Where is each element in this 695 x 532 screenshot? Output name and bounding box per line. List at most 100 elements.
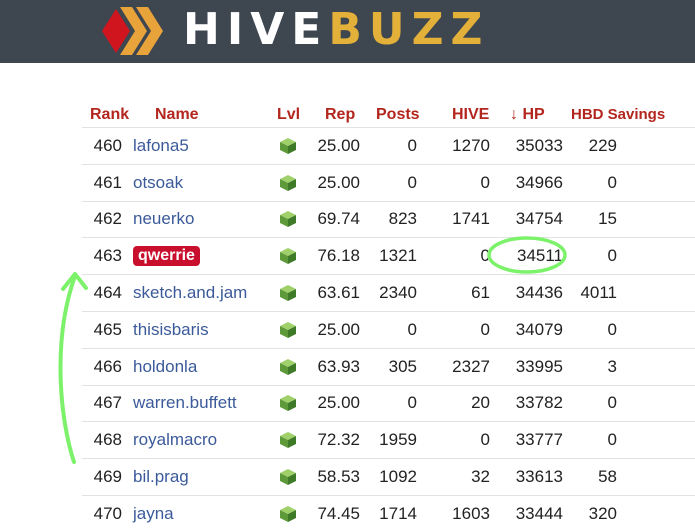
cell-hp: 34966: [515, 172, 563, 192]
column-header-rank[interactable]: Rank: [90, 105, 129, 125]
level-icon: [279, 165, 299, 201]
column-header-lvl[interactable]: Lvl: [277, 105, 300, 125]
level-icon: [279, 312, 299, 348]
column-header-name[interactable]: Name: [155, 105, 199, 125]
cell-hp: 34754: [515, 209, 563, 229]
cell-name: otsoak: [133, 165, 273, 201]
table-row[interactable]: 462 neuerko 69.74 823 1741 34754 15: [82, 200, 695, 238]
cell-hbd: 0: [607, 430, 617, 450]
cell-rep: 74.45: [317, 503, 360, 523]
cell-name: bil.prag: [133, 459, 273, 495]
cell-hp: 33995: [515, 356, 563, 376]
cell-rank: 469: [93, 467, 122, 487]
cell-hbd: 3: [607, 356, 617, 376]
cell-rep: 25.00: [317, 135, 360, 155]
cell-hbd: 58: [598, 467, 617, 487]
cell-posts: 1714: [379, 503, 417, 523]
user-name-link[interactable]: jayna: [133, 504, 174, 524]
hive-logo-icon[interactable]: [100, 3, 170, 59]
cell-rep: 25.00: [317, 319, 360, 339]
cell-posts: 0: [407, 135, 417, 155]
cell-name: sketch.and.jam: [133, 275, 273, 311]
cell-hive: 20: [471, 393, 490, 413]
cell-hbd: 320: [588, 503, 617, 523]
cell-hp: 34511: [516, 246, 563, 266]
user-name-link[interactable]: lafona5: [133, 136, 189, 156]
table-row[interactable]: 466 holdonla 63.93 305 2327 33995 3: [82, 347, 695, 385]
cell-hp: 33777: [515, 430, 563, 450]
cell-posts: 823: [388, 209, 417, 229]
column-header-rep[interactable]: Rep: [325, 105, 355, 125]
cell-hp: 34079: [515, 319, 563, 339]
cell-name: holdonla: [133, 349, 273, 385]
cell-hive: 1603: [452, 503, 490, 523]
table-row[interactable]: 465 thisisbaris 25.00 0 0 34079 0: [82, 311, 695, 348]
level-icon: [279, 128, 299, 164]
cell-rank: 460: [93, 135, 122, 155]
cell-rank: 463: [93, 246, 122, 266]
level-icon: [279, 386, 299, 422]
cell-posts: 1959: [379, 430, 417, 450]
cell-rep: 25.00: [317, 393, 360, 413]
brand-part-1: HIVE: [183, 4, 329, 55]
column-header-hp[interactable]: ↓ HP: [510, 105, 545, 125]
cell-hive: 1270: [452, 135, 490, 155]
user-name-link[interactable]: holdonla: [133, 357, 197, 377]
cell-hive: 0: [480, 172, 490, 192]
cell-hp: 35033: [515, 135, 563, 155]
table-row[interactable]: 461 otsoak 25.00 0 0 34966 0: [82, 163, 695, 201]
level-icon: [279, 349, 299, 385]
level-icon: [279, 202, 299, 238]
cell-hp: 34436: [515, 283, 563, 303]
cell-rank: 468: [93, 430, 122, 450]
table-row[interactable]: 463 qwerrie 76.18 1321 0 34511 0: [82, 237, 695, 274]
cell-hp: 33444: [515, 503, 563, 523]
cell-hbd: 4011: [580, 283, 617, 303]
cell-posts: 1321: [379, 246, 417, 266]
cell-rep: 76.18: [317, 246, 360, 266]
brand-part-2: BUZZ: [328, 4, 490, 55]
cell-name: thisisbaris: [133, 312, 273, 348]
sort-descending-icon: ↓: [510, 106, 518, 123]
cell-rank: 461: [93, 172, 122, 192]
level-icon: [279, 422, 299, 458]
cell-hive: 0: [480, 319, 490, 339]
cell-hbd: 0: [607, 172, 617, 192]
column-header-posts[interactable]: Posts: [376, 105, 420, 125]
cell-posts: 0: [407, 393, 417, 413]
highlighted-user-badge[interactable]: qwerrie: [133, 246, 200, 267]
cell-rep: 72.32: [317, 430, 360, 450]
cell-rep: 63.61: [317, 283, 360, 303]
cell-name: neuerko: [133, 202, 273, 238]
table-row[interactable]: 469 bil.prag 58.53 1092 32 33613 58: [82, 458, 695, 495]
annotation-arrow-shaft: [58, 274, 77, 464]
cell-hbd: 0: [607, 393, 617, 413]
user-name-link[interactable]: neuerko: [133, 209, 194, 229]
user-name-link[interactable]: bil.prag: [133, 467, 189, 487]
cell-hive: 1741: [452, 209, 490, 229]
column-header-hive[interactable]: HIVE: [452, 105, 489, 125]
cell-rep: 69.74: [317, 209, 360, 229]
cell-rank: 462: [93, 209, 122, 229]
table-row[interactable]: 467 warren.buffett 25.00 0 20 33782 0: [82, 384, 695, 422]
user-name-link[interactable]: royalmacro: [133, 430, 217, 450]
table-row[interactable]: 464 sketch.and.jam 63.61 2340 61 34436 4011: [82, 274, 695, 311]
table-row[interactable]: 468 royalmacro 72.32 1959 0 33777 0: [82, 421, 695, 458]
table-row[interactable]: 470 jayna 74.45 1714 1603 33444 320: [82, 495, 695, 532]
level-icon: [279, 238, 299, 274]
user-name-link[interactable]: warren.buffett: [133, 393, 237, 413]
cell-name: warren.buffett: [133, 386, 273, 422]
user-name-link[interactable]: otsoak: [133, 173, 183, 193]
user-name-link[interactable]: thisisbaris: [133, 320, 209, 340]
cell-hbd: 229: [588, 135, 617, 155]
level-icon: [279, 275, 299, 311]
brand-logo-text[interactable]: HIVEBUZZ: [183, 4, 489, 56]
column-header-hbd-savings[interactable]: HBD Savings: [571, 105, 665, 125]
cell-hbd: 0: [607, 246, 617, 266]
table-row[interactable]: 460 lafona5 25.00 0 1270 35033 229: [82, 127, 695, 164]
site-header: HIVEBUZZ: [0, 0, 695, 63]
cell-rank: 465: [93, 319, 122, 339]
cell-rep: 58.53: [317, 467, 360, 487]
user-name-link[interactable]: sketch.and.jam: [133, 283, 247, 303]
level-icon: [279, 459, 299, 495]
